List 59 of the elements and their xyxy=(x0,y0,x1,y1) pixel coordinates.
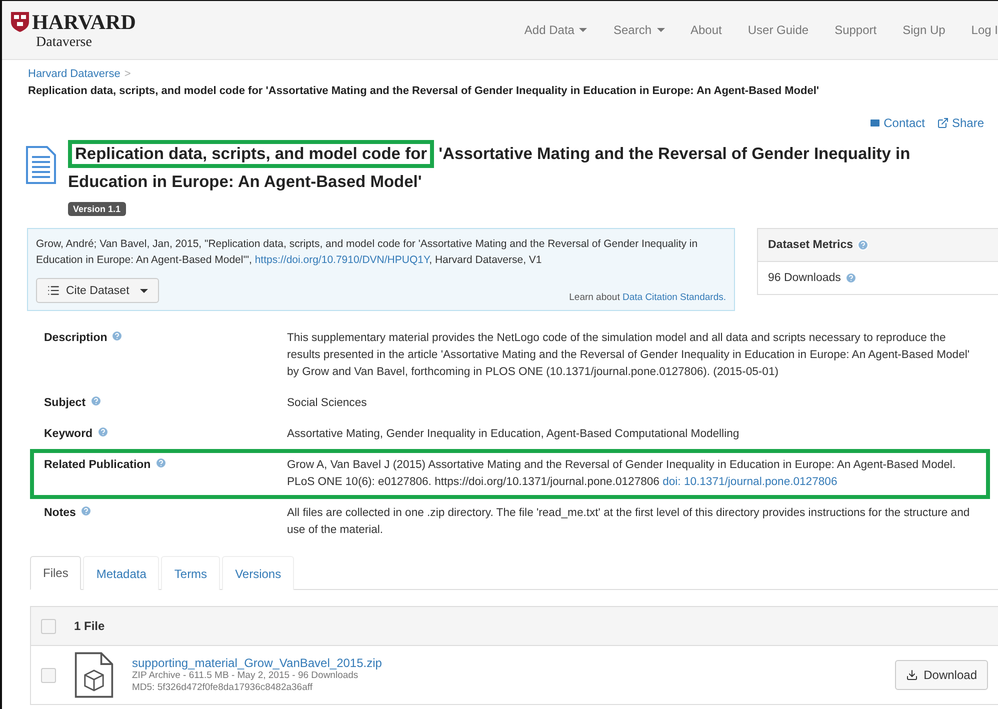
package-file-icon xyxy=(74,651,114,699)
dataset-title: Replication data, scripts, and model code for 'Assortative Mating and the Reversal of Gender Inequality in Education in Europe: An Agent-Based Model' xyxy=(68,138,978,198)
list-icon xyxy=(47,284,60,297)
help-icon[interactable] xyxy=(90,395,102,407)
action-link[interactable]: Share xyxy=(936,116,984,130)
tab[interactable]: Files xyxy=(30,556,82,590)
field-value: Assortative Mating, Gender Inequality in Education, Agent-Based Computational Modelling xyxy=(287,427,740,442)
nav-link[interactable]: Search xyxy=(613,23,664,37)
tab[interactable]: Versions xyxy=(222,556,294,590)
breadcrumb-link[interactable]: Harvard Dataverse xyxy=(28,68,120,80)
doi-link[interactable]: https://doi.org/10.7910/DVN/HPUQ1Y xyxy=(254,254,430,266)
help-icon[interactable] xyxy=(111,330,124,342)
file-count: 1 File xyxy=(74,619,105,633)
field-label: Description xyxy=(44,331,108,346)
logo-text: HARVARD xyxy=(32,10,136,34)
download-button[interactable]: Download xyxy=(894,660,988,690)
nav-link[interactable]: User Guide xyxy=(748,23,809,37)
help-icon[interactable] xyxy=(80,505,92,517)
file-checksum: MD5: 5f326d472f0fe8da17936c8482a36aff xyxy=(132,682,314,694)
file-name-link[interactable]: supporting_material_Grow_VanBavel_2015.zip xyxy=(132,656,877,670)
help-icon[interactable] xyxy=(154,457,167,469)
field-label: Subject xyxy=(44,396,86,411)
logo-subtitle: Dataverse xyxy=(36,34,93,50)
cite-dataset-button[interactable]: Cite Dataset xyxy=(36,278,160,303)
field-label: Notes xyxy=(44,506,76,521)
breadcrumb-separator: > xyxy=(124,68,131,80)
help-icon[interactable] xyxy=(857,239,870,251)
action-link[interactable]: Contact xyxy=(868,116,925,130)
downloads-count: 96 Downloads xyxy=(768,272,841,284)
field-value: Grow A, Van Bavel J (2015) Assortative Mating and the Reversal of Gender Inequality in Education in Europe: An Agent-Based Model. PLoS ONE 10(6): e0127806. https://doi.org/10.1371/journal.pone.0127806 doi: 10.1371/journal.pone.0127806 xyxy=(287,458,957,490)
help-icon[interactable] xyxy=(844,272,857,284)
shield-logo-icon xyxy=(10,11,30,33)
version-badge: Version 1.1 xyxy=(68,202,126,216)
help-icon[interactable] xyxy=(96,426,109,438)
publication-link[interactable]: doi: 10.1371/journal.pone.0127806 xyxy=(662,476,838,488)
tab[interactable]: Metadata xyxy=(83,556,160,590)
field-value: All files are collected in one .zip directory. The file 'read_me.txt' at the first level of this directory provides instructions for the structure and use of the material. xyxy=(287,506,971,538)
nav-link[interactable]: Sign Up xyxy=(902,23,946,37)
metrics-title: Dataset Metrics xyxy=(768,239,854,251)
citation-standards-text: Learn about Data Citation Standards. xyxy=(569,292,726,303)
tab[interactable]: Terms xyxy=(161,556,220,590)
nav-link[interactable]: Support xyxy=(834,23,877,37)
field-label: Keyword xyxy=(44,427,93,442)
field-value: This supplementary material provides the NetLogo code of the simulation model and all data and scripts necessary to reproduce the results presented in the article 'Assortative Mating and the Reversal of Gender Inequality in Education in Europe: An Agent-Based Model' by Grow and Van Bavel, forthcoming in PLOS ONE (10.1371/journal.pone.0127806). (2015-05-01) xyxy=(287,331,971,380)
nav-link[interactable]: Log I xyxy=(971,23,998,37)
share-icon xyxy=(936,117,949,129)
field-label: Related Publication xyxy=(44,458,151,473)
field-value: Social Sciences xyxy=(287,396,367,411)
download-icon xyxy=(906,669,918,681)
file-info: ZIP Archive - 611.5 MB - May 2, 2015 - 96 Downloads xyxy=(132,670,360,682)
nav-link[interactable]: About xyxy=(690,23,722,37)
select-all-checkbox[interactable] xyxy=(41,618,56,634)
citation-text: Grow, André; Van Bavel, Jan, 2015, "Replication data, scripts, and model code for 'Assortative Mating and the Reversal of Gender Inequality in Education in Europe: An Agent-Based Model'", https://doi.org/10.7910/DVN/HPUQ1Y, Harvard Dataverse, V1 xyxy=(36,237,699,268)
document-icon xyxy=(26,146,56,184)
citation-standards-link[interactable]: Data Citation Standards. xyxy=(622,292,726,303)
file-checkbox[interactable] xyxy=(41,668,56,682)
breadcrumb-current: Replication data, scripts, and model code for 'Assortative Mating and the Reversal of Gender Inequality in Education in Europe: An Agent-Based Model' xyxy=(28,84,820,99)
mail-icon xyxy=(868,117,881,129)
nav-link[interactable]: Add Data xyxy=(524,23,588,37)
